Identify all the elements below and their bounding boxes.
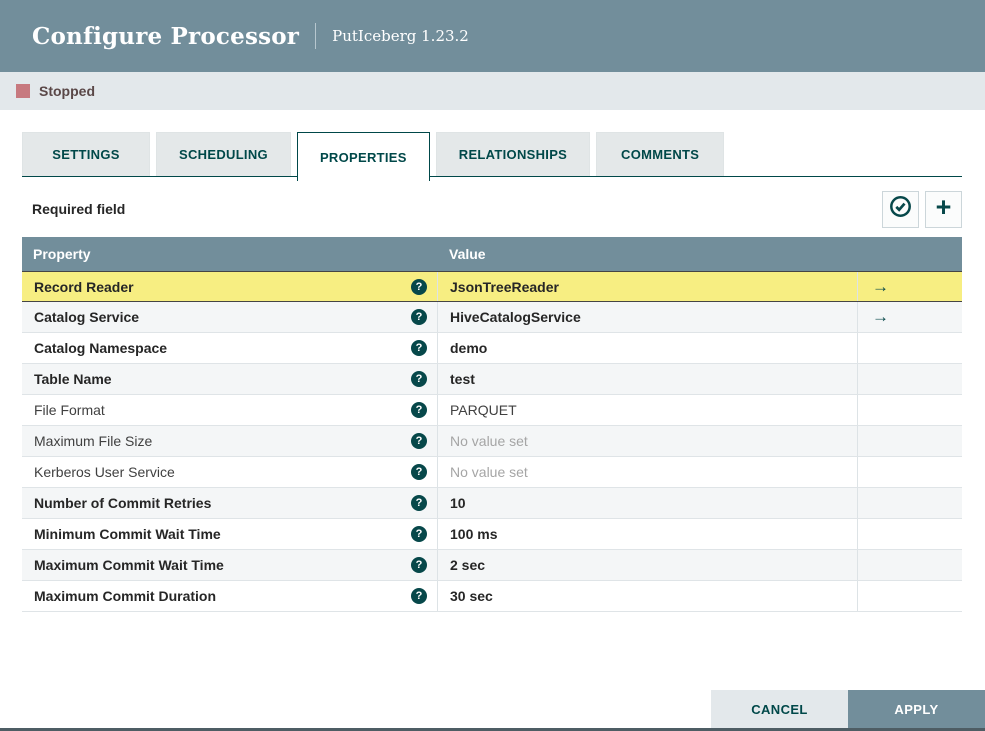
table-header: Property Value	[22, 237, 962, 271]
table-row[interactable]: Kerberos User Service ? No value set	[22, 457, 962, 488]
table-row[interactable]: File Format ? PARQUET	[22, 395, 962, 426]
property-name: Minimum Commit Wait Time	[34, 526, 221, 542]
go-to-service-icon[interactable]: →	[872, 277, 889, 297]
table-row[interactable]: Minimum Commit Wait Time ? 100 ms	[22, 519, 962, 550]
property-name: Kerberos User Service	[34, 464, 175, 480]
property-value[interactable]: demo	[437, 333, 857, 363]
question-circle-icon[interactable]: ?	[411, 557, 427, 573]
table-row[interactable]: Catalog Service ? HiveCatalogService →	[22, 302, 962, 333]
tab-relationships[interactable]: RELATIONSHIPS	[435, 132, 591, 176]
property-value[interactable]: 100 ms	[437, 519, 857, 549]
table-row[interactable]: Maximum Commit Duration ? 30 sec	[22, 581, 962, 612]
property-value[interactable]: No value set	[437, 426, 857, 456]
tab-bar: SETTINGS SCHEDULING PROPERTIES RELATIONS…	[22, 132, 962, 181]
property-name: Maximum Commit Duration	[34, 588, 217, 604]
go-to-service-icon[interactable]: →	[872, 307, 889, 327]
add-property-button[interactable]: +	[925, 190, 962, 228]
header-divider	[315, 23, 317, 49]
column-header-property: Property	[33, 246, 91, 262]
table-row[interactable]: Maximum Commit Wait Time ? 2 sec	[22, 550, 962, 581]
property-name: Maximum File Size	[34, 433, 153, 449]
dialog-header: Configure Processor PutIceberg 1.23.2	[0, 0, 985, 72]
tab-scheduling[interactable]: SCHEDULING	[156, 132, 291, 176]
property-value[interactable]: 2 sec	[437, 550, 857, 580]
property-name: Record Reader	[34, 278, 134, 295]
properties-table: Property Value Record Reader ? JsonTreeR…	[22, 237, 962, 612]
property-value[interactable]: 30 sec	[437, 581, 857, 611]
property-name: Maximum Commit Wait Time	[34, 557, 224, 573]
table-row[interactable]: Table Name ? test	[22, 364, 962, 395]
question-circle-icon[interactable]: ?	[411, 371, 427, 387]
property-value[interactable]: HiveCatalogService	[437, 302, 857, 332]
dialog-footer: CANCEL APPLY	[711, 690, 985, 728]
property-value[interactable]: JsonTreeReader	[437, 272, 857, 301]
table-row[interactable]: Record Reader ? JsonTreeReader →	[22, 271, 962, 302]
status-label: Stopped	[39, 83, 95, 99]
properties-toolbar: Required field +	[22, 190, 962, 228]
dialog-title: Configure Processor	[32, 22, 300, 50]
question-circle-icon[interactable]: ?	[411, 464, 427, 480]
tab-comments[interactable]: COMMENTS	[596, 132, 725, 176]
question-circle-icon[interactable]: ?	[411, 340, 427, 356]
verify-properties-button[interactable]	[882, 190, 919, 228]
property-name: Catalog Namespace	[34, 340, 168, 356]
question-circle-icon[interactable]: ?	[411, 278, 427, 295]
processor-name-version: PutIceberg 1.23.2	[332, 27, 469, 45]
tab-properties[interactable]: PROPERTIES	[296, 132, 430, 181]
column-header-value: Value	[449, 246, 486, 262]
dialog-content: SETTINGS SCHEDULING PROPERTIES RELATIONS…	[0, 110, 985, 612]
check-circle-icon	[889, 195, 912, 223]
property-name: Number of Commit Retries	[34, 495, 212, 511]
question-circle-icon[interactable]: ?	[411, 402, 427, 418]
table-row[interactable]: Number of Commit Retries ? 10	[22, 488, 962, 519]
status-bar: Stopped	[0, 72, 985, 110]
table-row[interactable]: Maximum File Size ? No value set	[22, 426, 962, 457]
question-circle-icon[interactable]: ?	[411, 309, 427, 325]
stopped-status-icon	[16, 84, 30, 98]
cancel-button[interactable]: CANCEL	[711, 690, 848, 728]
tab-settings[interactable]: SETTINGS	[22, 132, 150, 176]
question-circle-icon[interactable]: ?	[411, 526, 427, 542]
question-circle-icon[interactable]: ?	[411, 433, 427, 449]
table-row[interactable]: Catalog Namespace ? demo	[22, 333, 962, 364]
property-value[interactable]: test	[437, 364, 857, 394]
question-circle-icon[interactable]: ?	[411, 588, 427, 604]
required-field-label: Required field	[32, 201, 126, 217]
apply-button[interactable]: APPLY	[848, 690, 985, 728]
plus-icon: +	[935, 192, 952, 222]
property-value[interactable]: No value set	[437, 457, 857, 487]
property-name: File Format	[34, 402, 105, 418]
property-name: Table Name	[34, 371, 112, 387]
property-name: Catalog Service	[34, 309, 140, 325]
question-circle-icon[interactable]: ?	[411, 495, 427, 511]
property-value[interactable]: PARQUET	[437, 395, 857, 425]
property-value[interactable]: 10	[437, 488, 857, 518]
